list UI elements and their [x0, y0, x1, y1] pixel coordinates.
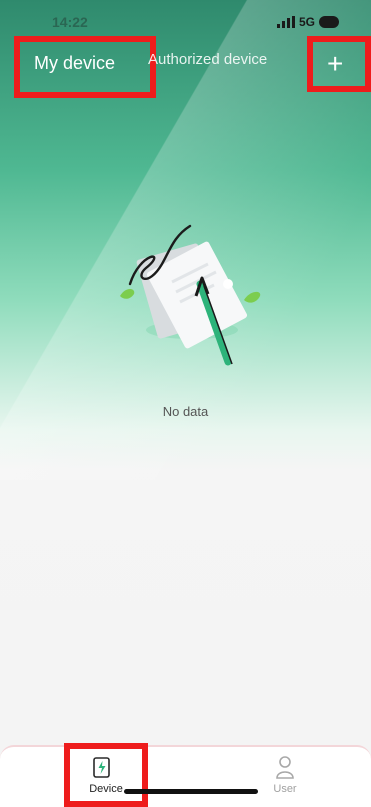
tab-user[interactable]: User [264, 755, 306, 803]
tab-my-device[interactable]: My device [14, 36, 156, 98]
status-indicators: 5G [276, 15, 339, 29]
user-icon [276, 756, 294, 779]
empty-state-illustration [120, 224, 261, 366]
header: My device Authorized device + [0, 36, 371, 98]
status-time: 14:22 [52, 14, 88, 30]
app-screen: 14:22 5G My device Authorized device + N… [0, 0, 371, 807]
add-device-button[interactable]: + [307, 36, 371, 92]
tab-my-device-label: My device [34, 53, 116, 73]
empty-state-text: No data [162, 404, 209, 419]
battery-icon [319, 16, 339, 28]
status-bar: 14:22 5G [0, 12, 371, 34]
plus-icon: + [327, 48, 344, 79]
bottom-tab-bar: Device User [0, 743, 371, 807]
tab-authorized-device[interactable]: Authorized device [148, 51, 267, 68]
device-charge-icon [93, 757, 110, 778]
signal-icon [276, 16, 295, 28]
tab-user-label: User [273, 783, 297, 795]
tab-device[interactable]: Device [64, 743, 148, 807]
network-label: 5G [298, 15, 315, 29]
home-indicator [124, 789, 258, 794]
